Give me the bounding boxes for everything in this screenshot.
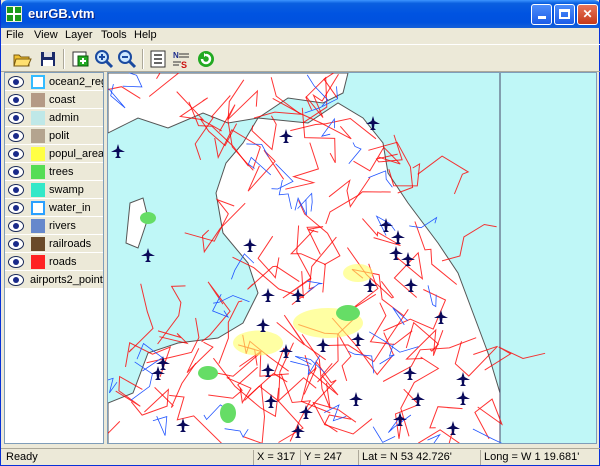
visibility-eye-icon[interactable] (8, 202, 24, 214)
layer-color-swatch[interactable] (31, 183, 45, 197)
visibility-eye-icon[interactable] (8, 112, 24, 124)
layer-name-label: airports2_point (30, 274, 103, 286)
layer-color-swatch[interactable] (31, 219, 45, 233)
status-x: X = 317 (253, 450, 300, 465)
layer-name-label: railroads (49, 238, 92, 250)
urban-area (343, 264, 373, 282)
zoom-in-button[interactable] (93, 48, 115, 70)
layer-color-swatch[interactable] (31, 237, 45, 251)
visibility-eye-icon[interactable] (8, 130, 24, 142)
layer-row-railroads[interactable]: railroads (5, 235, 103, 253)
layer-name-label: rivers (49, 220, 76, 232)
layer-color-swatch[interactable] (31, 93, 45, 107)
nts-button[interactable]: NS (171, 48, 193, 70)
visibility-eye-icon[interactable] (8, 256, 24, 268)
layer-name-label: roads (49, 256, 77, 268)
nts-icon: NS (173, 51, 189, 70)
visibility-eye-icon[interactable] (8, 184, 24, 196)
layer-row-admin[interactable]: admin (5, 109, 103, 127)
menu-help[interactable]: Help (134, 29, 157, 41)
layer-row-swamp[interactable]: swamp (5, 181, 103, 199)
svg-text:N: N (173, 51, 179, 60)
maximize-button[interactable] (554, 4, 575, 25)
title-bar[interactable]: eurGB.vtm ✕ (1, 0, 600, 28)
visibility-eye-icon[interactable] (8, 94, 24, 106)
add-layer-icon (72, 51, 89, 67)
refresh-button[interactable] (195, 48, 217, 70)
visibility-eye-icon[interactable] (8, 148, 24, 160)
open-button[interactable] (11, 48, 33, 70)
add-layer-button[interactable] (69, 48, 91, 70)
toolbar: NS (1, 44, 600, 72)
layer-name-label: polit (49, 130, 70, 142)
minimize-button[interactable] (531, 4, 552, 25)
layer-row-airports2_point[interactable]: airports2_point (5, 271, 103, 289)
layer-color-swatch[interactable] (31, 165, 45, 179)
window-title: eurGB.vtm (28, 6, 95, 21)
zoom-in-icon (95, 50, 114, 69)
status-ready: Ready (6, 451, 38, 463)
save-button[interactable] (37, 48, 59, 70)
menu-file[interactable]: File (6, 29, 24, 41)
status-bar: Ready X = 317 Y = 247 Lat = N 53 42.726'… (1, 448, 600, 465)
visibility-eye-icon[interactable] (8, 76, 24, 88)
layer-row-water_in[interactable]: water_in (5, 199, 103, 217)
layer-row-ocean2_reg[interactable]: ocean2_reg (5, 73, 103, 91)
layer-name-label: swamp (49, 184, 84, 196)
close-button[interactable]: ✕ (577, 4, 598, 25)
menu-view[interactable]: View (34, 29, 58, 41)
layer-name-label: water_in (49, 202, 91, 214)
layer-color-swatch[interactable] (31, 147, 45, 161)
urban-area (233, 330, 283, 356)
visibility-eye-icon[interactable] (8, 238, 24, 250)
status-lat: Lat = N 53 42.726' (358, 450, 480, 465)
layer-panel: ocean2_regcoast admin polit popul_areastree… (4, 72, 104, 444)
layer-name-label: ocean2_reg (49, 76, 103, 88)
application-window: eurGB.vtm ✕ File View Layer Tools Help N… (0, 0, 600, 466)
green-area (336, 305, 360, 321)
map-canvas[interactable] (108, 73, 597, 444)
green-area (140, 212, 156, 224)
menu-layer[interactable]: Layer (65, 29, 93, 41)
layer-row-rivers[interactable]: rivers (5, 217, 103, 235)
minimize-icon (538, 16, 546, 19)
menu-tools[interactable]: Tools (101, 29, 127, 41)
layer-name-label: coast (49, 94, 76, 106)
status-y: Y = 247 (300, 450, 358, 465)
visibility-eye-icon[interactable] (8, 220, 24, 232)
close-icon: ✕ (582, 7, 593, 21)
layer-color-swatch[interactable] (31, 129, 45, 143)
layer-list-icon (150, 50, 166, 68)
status-long: Long = W 1 19.681' (480, 450, 598, 465)
svg-text:S: S (181, 60, 187, 70)
map-view[interactable] (107, 72, 597, 444)
layer-color-swatch[interactable] (31, 201, 45, 215)
layer-row-popul_areas[interactable]: popul_areas (5, 145, 103, 163)
layer-list-button[interactable] (147, 48, 169, 70)
app-icon (6, 6, 22, 22)
layer-row-trees[interactable]: trees (5, 163, 103, 181)
visibility-eye-icon[interactable] (8, 274, 24, 286)
layer-row-coast[interactable]: coast (5, 91, 103, 109)
layer-color-swatch[interactable] (31, 75, 45, 89)
layer-name-label: admin (49, 112, 79, 124)
green-area (198, 366, 218, 380)
menu-bar: File View Layer Tools Help (1, 28, 600, 44)
layer-color-swatch[interactable] (31, 111, 45, 125)
layer-color-swatch[interactable] (31, 255, 45, 269)
refresh-icon (198, 51, 214, 67)
maximize-icon (559, 9, 570, 19)
zoom-out-icon (118, 50, 137, 69)
layer-name-label: trees (49, 166, 74, 178)
save-icon (41, 52, 55, 66)
visibility-eye-icon[interactable] (8, 166, 24, 178)
layer-row-roads[interactable]: roads (5, 253, 103, 271)
open-folder-icon (13, 54, 32, 67)
layer-row-polit[interactable]: polit (5, 127, 103, 145)
zoom-out-button[interactable] (116, 48, 138, 70)
green-area (220, 403, 236, 423)
layer-name-label: popul_areas (49, 148, 103, 160)
